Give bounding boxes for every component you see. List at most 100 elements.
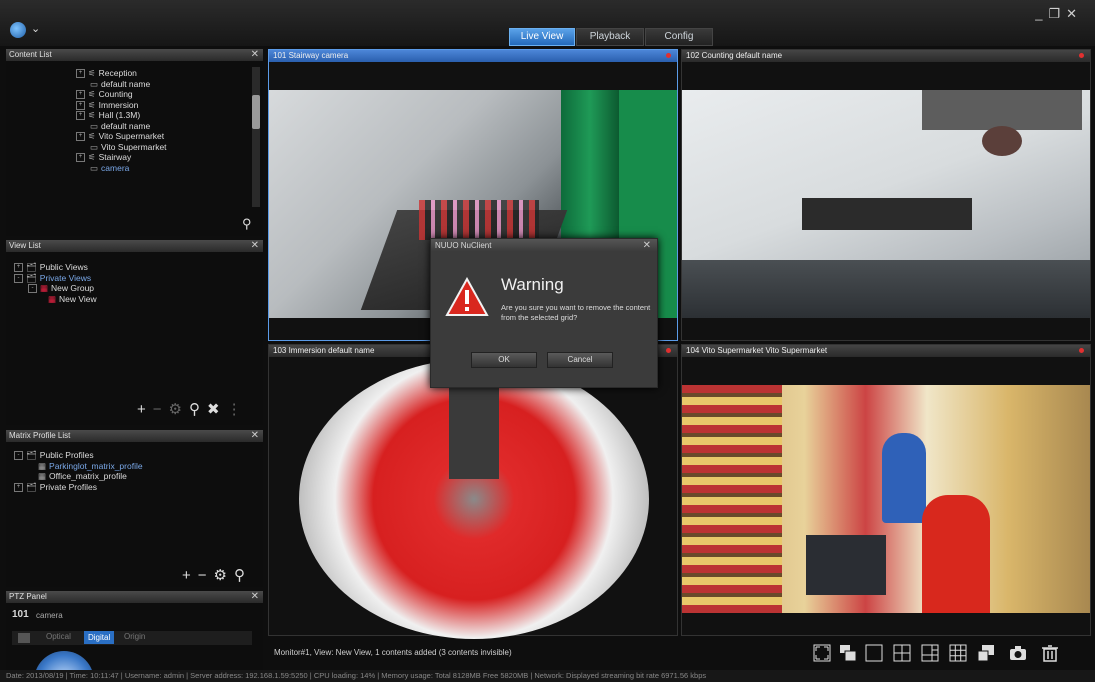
video-cell-title: 104 Vito Supermarket Vito Supermarket (682, 345, 1090, 357)
tree-item[interactable]: ▭ default name (76, 79, 167, 90)
more-icon[interactable]: ⋮ (227, 401, 249, 418)
ptz-camera-name: camera (36, 611, 63, 620)
tab-playback[interactable]: Playback (576, 28, 644, 46)
ptz-mode-optical[interactable]: Optical (46, 632, 71, 641)
floor-edge (682, 260, 1090, 318)
search-icon[interactable]: ⚲ (234, 567, 252, 584)
center-door (449, 379, 499, 479)
layout-3x3-icon[interactable] (948, 643, 968, 663)
ptz-camera-id: 101 (12, 609, 29, 620)
tree-item[interactable]: + ⚟ Hall (1.3M) (76, 110, 167, 121)
close-icon[interactable]: ✕ (251, 591, 259, 603)
tree-item[interactable]: + 🗂 Private Profiles (14, 482, 143, 493)
remove-icon[interactable]: − (153, 401, 169, 418)
close-icon[interactable]: ✕ (251, 49, 259, 61)
video-feed-immersion-fisheye (299, 359, 649, 639)
ptz-grid-icon[interactable] (18, 633, 30, 643)
tab-config[interactable]: Config (645, 28, 713, 46)
content-tree: + ⚟ Reception ▭ default name + ⚟ Counting + ⚟ I… (76, 68, 167, 173)
matrix-profile-panel: - 🗂 Public Profiles ▦ Parkinglot_matrix_pro… (6, 442, 263, 587)
tree-item[interactable]: ▭ camera (76, 163, 167, 174)
video-feed-counting (682, 90, 1090, 318)
content-list-header: Content List ✕ (6, 49, 263, 61)
record-icon (666, 53, 671, 58)
scrollbar-thumb[interactable] (252, 95, 260, 129)
restore-icon[interactable]: ❐ (1048, 6, 1066, 21)
tree-item[interactable]: - 🗂 Public Profiles (14, 450, 143, 461)
record-icon (1079, 348, 1084, 353)
matrix-layout-icon[interactable] (976, 643, 996, 663)
layout-2x2-icon[interactable] (892, 643, 912, 663)
tree-item[interactable]: ▭ default name (76, 121, 167, 132)
panel-title: Matrix Profile List (9, 431, 71, 440)
tree-item[interactable]: + ⚟ Reception (76, 68, 167, 79)
close-icon[interactable]: ✕ (251, 430, 259, 442)
cash-register (806, 535, 886, 595)
search-icon[interactable]: ⚲ (189, 401, 207, 418)
ptz-mode-origin[interactable]: Origin (124, 632, 145, 641)
video-cell-title: 101 Stairway camera (269, 50, 677, 62)
close-icon[interactable]: ✕ (251, 240, 259, 252)
left-shelf (682, 385, 782, 613)
warning-icon (445, 277, 489, 316)
add-icon[interactable]: + (182, 567, 198, 584)
ptz-panel-header: PTZ Panel ✕ (6, 591, 263, 603)
tree-item[interactable]: ▦ New View (14, 294, 97, 305)
dialog-message: Are you sure you want to remove the cont… (501, 303, 651, 322)
gear-icon[interactable]: ⚙ (214, 567, 234, 584)
snapshot-camera-icon[interactable] (1008, 643, 1028, 663)
window-controls[interactable]: _❐✕ (1035, 6, 1083, 22)
trash-icon[interactable] (1040, 643, 1060, 663)
video-cell-102[interactable]: 102 Counting default name (681, 49, 1091, 341)
search-icon[interactable]: ⚲ (242, 216, 252, 232)
panel-title: PTZ Panel (9, 592, 47, 601)
layout-1x1-icon[interactable] (864, 643, 884, 663)
layout-1plus5-icon[interactable] (920, 643, 940, 663)
clerk (882, 433, 926, 523)
crowd (419, 200, 539, 240)
minimize-icon[interactable]: _ (1035, 6, 1048, 21)
tree-item[interactable]: + ⚟ Stairway (76, 152, 167, 163)
tools-icon[interactable]: ✖ (207, 401, 227, 418)
tree-item[interactable]: + ⚟ Vito Supermarket (76, 131, 167, 142)
gear-icon[interactable]: ⚙ (169, 401, 189, 418)
tree-item[interactable]: ▭ Vito Supermarket (76, 142, 167, 153)
ptz-panel: 101 camera Optical Digital Origin (6, 603, 263, 681)
content-list-panel: + ⚟ Reception ▭ default name + ⚟ Counting + ⚟ I… (6, 61, 263, 236)
app-menu-globe-icon[interactable] (10, 22, 26, 38)
video-cell-104[interactable]: 104 Vito Supermarket Vito Supermarket (681, 344, 1091, 636)
tree-item[interactable]: ▦ Office_matrix_profile (14, 471, 143, 482)
view-list-toolbar: +−⚙⚲✖⋮ (137, 400, 249, 418)
remove-icon[interactable]: − (198, 567, 214, 584)
panel-title: View List (9, 241, 41, 250)
dialog-window-title: NUUO NuClient (435, 241, 492, 250)
customer (922, 495, 990, 613)
ceiling-panel (802, 198, 972, 230)
fullscreen-icon[interactable] (812, 643, 832, 663)
matrix-toolbar: +−⚙⚲ (182, 566, 252, 584)
close-icon[interactable]: ✕ (643, 239, 651, 252)
ptz-mode-digital[interactable]: Digital (84, 631, 115, 644)
tree-item[interactable]: + ⚟ Immersion (76, 100, 167, 111)
record-icon (666, 348, 671, 353)
people (982, 126, 1022, 156)
ptz-mode-bar: Optical Digital Origin (12, 631, 252, 645)
chevron-down-icon[interactable]: ⌄ (31, 22, 40, 35)
tree-item[interactable]: - 🗂 Private Views (14, 273, 97, 284)
ok-button[interactable]: OK (471, 352, 537, 368)
tree-item[interactable]: - ▦ New Group (14, 283, 97, 294)
scrollbar[interactable] (252, 67, 260, 207)
tab-live-view[interactable]: Live View (509, 28, 575, 46)
view-list-panel: + 🗂 Public Views - 🗂 Private Views - ▦ New Gro… (6, 252, 263, 425)
tree-item[interactable]: ▦ Parkinglot_matrix_profile (14, 461, 143, 472)
tree-item[interactable]: + 🗂 Public Views (14, 262, 97, 273)
matrix-tree: - 🗂 Public Profiles ▦ Parkinglot_matrix_pro… (14, 450, 143, 492)
monitor-status-text: Monitor#1, View: New View, 1 contents ad… (274, 648, 512, 657)
cancel-button[interactable]: Cancel (547, 352, 613, 368)
tree-item[interactable]: + ⚟ Counting (76, 89, 167, 100)
record-icon (1079, 53, 1084, 58)
close-icon[interactable]: ✕ (1066, 6, 1083, 21)
warning-dialog: NUUO NuClient ✕ Warning Are you sure you… (430, 238, 658, 388)
layout-focus-icon[interactable] (838, 643, 858, 663)
add-icon[interactable]: + (137, 401, 153, 418)
